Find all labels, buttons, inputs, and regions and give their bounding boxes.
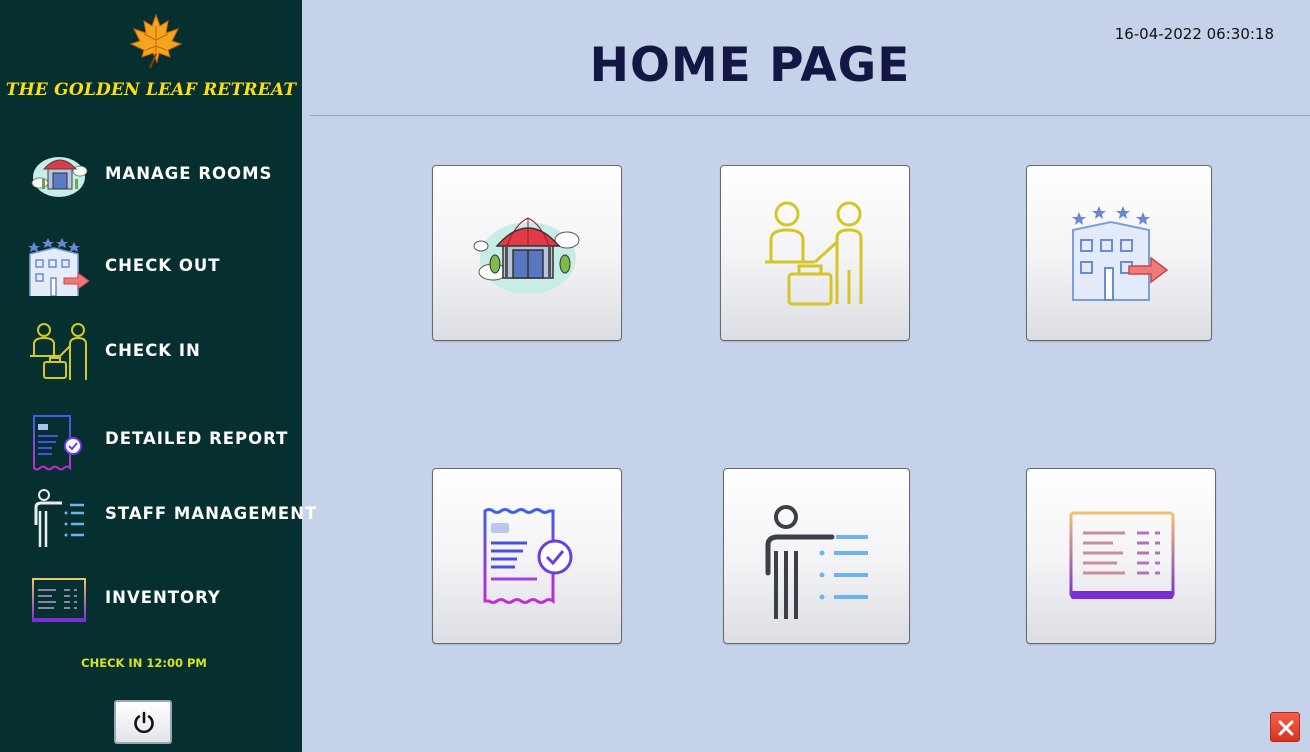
sidebar-item-label: CHECK IN — [105, 341, 201, 360]
staff-list-icon — [765, 505, 868, 619]
hotel-checkout-icon — [28, 238, 90, 296]
sidebar-item-label: CHECK OUT — [105, 256, 221, 275]
staff-list-icon — [34, 489, 84, 547]
tile-inventory[interactable] — [1026, 468, 1216, 644]
tile-detailed-report[interactable] — [432, 468, 622, 644]
power-button[interactable] — [114, 700, 172, 744]
tile-check-out[interactable] — [1026, 165, 1212, 341]
sidebar-item-label: INVENTORY — [105, 588, 221, 607]
report-receipt-icon — [483, 508, 573, 604]
header-divider — [310, 115, 1310, 116]
inventory-list-icon — [32, 578, 86, 622]
page-title: HOME PAGE — [589, 38, 911, 93]
sidebar-item-check-out[interactable]: CHECK OUT — [0, 234, 302, 298]
tile-staff-management[interactable] — [723, 468, 910, 644]
sidebar-item-detailed-report[interactable]: DETAILED REPORT — [0, 410, 302, 474]
sidebar-item-inventory[interactable]: INVENTORY — [0, 570, 302, 634]
inventory-list-icon — [1069, 511, 1175, 599]
sidebar: THE GOLDEN LEAF RETREAT MANAGE ROOMS CHE… — [0, 0, 316, 752]
sidebar-item-label: STAFF MANAGEMENT — [105, 504, 318, 523]
checkin-time-label: CHECK IN 12:00 PM — [81, 656, 207, 670]
hotel-checkout-icon — [1072, 206, 1169, 301]
sidebar-item-manage-rooms[interactable]: MANAGE ROOMS — [0, 143, 302, 207]
maple-leaf-logo — [129, 13, 183, 69]
sidebar-item-staff-management[interactable]: STAFF MANAGEMENT — [0, 485, 316, 549]
report-receipt-icon — [33, 415, 82, 471]
close-button[interactable] — [1270, 712, 1300, 742]
reception-checkin-icon — [765, 201, 863, 306]
tile-manage-rooms[interactable] — [432, 165, 622, 341]
sidebar-item-label: MANAGE ROOMS — [105, 164, 273, 183]
sidebar-item-check-in[interactable]: CHECK IN — [0, 320, 302, 384]
tile-check-in[interactable] — [720, 165, 910, 341]
reception-checkin-icon — [30, 323, 87, 380]
hotel-room-icon — [31, 157, 88, 197]
power-icon — [134, 711, 154, 734]
hotel-room-icon — [473, 217, 580, 294]
sidebar-item-label: DETAILED REPORT — [105, 429, 289, 448]
close-icon — [1278, 720, 1294, 736]
brand-name: THE GOLDEN LEAF RETREAT — [5, 80, 297, 100]
